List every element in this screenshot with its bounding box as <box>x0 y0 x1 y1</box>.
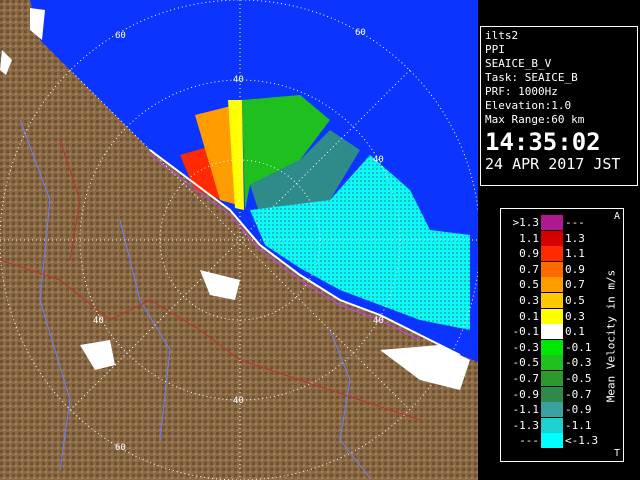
legend-lower-bound: -0.9 <box>512 387 540 401</box>
legend-color-swatch <box>541 277 563 293</box>
legend-upper-bound: 1.1 <box>565 247 585 261</box>
legend-upper-bound: 0.1 <box>565 325 585 339</box>
station-name: ilts2 <box>485 29 519 42</box>
legend-color-swatch <box>541 324 563 340</box>
legend-upper-bound: 0.3 <box>565 309 585 323</box>
velocity-legend: >1.3 --- 1.1 1.3 0.9 1.1 0.7 0.9 0.5 0.7 0.3 0.5 0.1… <box>500 208 624 462</box>
range-label: 40 <box>373 155 384 165</box>
legend-color-swatch <box>541 215 563 230</box>
legend-lower-bound: -1.3 <box>512 418 540 432</box>
land-left-strip <box>0 0 20 45</box>
legend-color-swatch <box>541 371 563 386</box>
legend-upper-bound: 0.9 <box>565 262 585 276</box>
legend-upper-bound: --- <box>565 216 585 229</box>
legend-color-swatch <box>541 308 563 324</box>
product-name: SEAICE_B_V <box>485 57 552 70</box>
legend-color-swatch <box>541 355 563 371</box>
legend-lower-bound: -0.5 <box>512 356 540 370</box>
legend-title: Mean Velocity in m/s <box>604 269 618 403</box>
elevation-value: Elevation:1.0 <box>485 99 572 112</box>
legend-upper-bound: -0.9 <box>565 403 592 417</box>
legend-upper-bound: 1.3 <box>565 231 585 245</box>
range-label: 60 <box>115 31 126 41</box>
prf-value: PRF: 1000Hz <box>485 85 558 98</box>
legend-color-swatch <box>541 246 563 262</box>
range-label: 40 <box>233 75 244 85</box>
legend-lower-bound: >1.3 <box>512 216 540 229</box>
legend-color-swatch <box>541 386 563 402</box>
legend-color-swatch <box>541 230 563 246</box>
legend-lower-bound: 0.5 <box>519 278 539 292</box>
legend-upper-bound: -1.1 <box>565 418 592 432</box>
legend-lower-bound: 0.1 <box>519 309 539 323</box>
legend-lower-bound: 0.9 <box>519 247 539 261</box>
legend-color-swatch <box>541 417 563 433</box>
range-label: 40 <box>93 316 104 326</box>
scan-date: 24 APR 2017 JST <box>485 155 621 173</box>
legend-color-swatch <box>541 402 563 418</box>
legend-upper-bound: -0.1 <box>565 340 592 354</box>
legend-lower-bound: -1.1 <box>512 403 540 417</box>
legend-upper-bound: -0.7 <box>565 387 592 401</box>
legend-upper-bound: -0.5 <box>565 372 592 385</box>
legend-lower-bound: -0.7 <box>512 372 540 385</box>
legend-caret-bottom: T <box>613 448 620 459</box>
legend-color-swatch <box>541 339 563 355</box>
legend-color-swatch <box>541 293 563 308</box>
legend-upper-bound: -0.3 <box>565 356 592 370</box>
scan-time: 14:35:02 <box>485 128 601 156</box>
info-panel: ilts2 PPI SEAICE_B_V Task: SEAICE_B PRF:… <box>480 26 638 186</box>
legend-caret-top: A <box>613 211 620 222</box>
range-label: 60 <box>355 28 366 38</box>
legend-lower-bound: -0.3 <box>512 340 540 354</box>
range-label: 60 <box>115 443 126 453</box>
scan-mode: PPI <box>485 43 505 56</box>
radar-ppi-map[interactable]: 60 60 40 40 40 40 40 60 <box>0 0 478 480</box>
max-range-value: Max Range:60 km <box>485 113 585 126</box>
task-name: Task: SEAICE_B <box>485 71 578 84</box>
legend-lower-bound: --- <box>519 434 539 448</box>
legend-upper-bound: <-1.3 <box>565 434 599 448</box>
legend-upper-bound: 0.5 <box>565 294 585 307</box>
range-label: 40 <box>233 396 244 406</box>
legend-lower-bound: -0.1 <box>512 325 540 339</box>
legend-upper-bound: 0.7 <box>565 278 585 292</box>
legend-color-swatch <box>541 261 563 277</box>
range-label: 40 <box>373 316 384 326</box>
legend-lower-bound: 0.7 <box>519 262 539 276</box>
legend-lower-bound: 1.1 <box>519 231 539 245</box>
legend-lower-bound: 0.3 <box>519 294 539 307</box>
legend-color-swatch <box>541 433 563 449</box>
